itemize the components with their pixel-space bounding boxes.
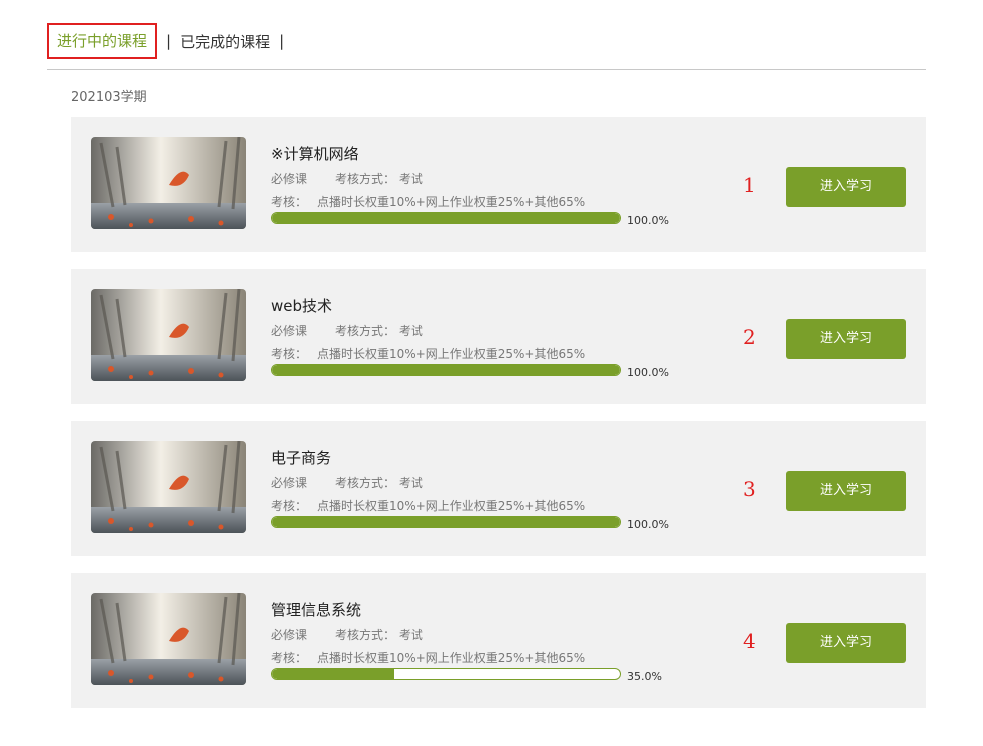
- assessment-label: 考核：: [271, 347, 308, 361]
- course-thumbnail[interactable]: [91, 441, 246, 533]
- progress-bar: [271, 668, 621, 680]
- tab-separator: |: [166, 32, 172, 50]
- enter-study-button[interactable]: 进入学习: [786, 319, 906, 359]
- enter-study-button[interactable]: 进入学习: [786, 167, 906, 207]
- assessment-detail: 点播时长权重10%+网上作业权重25%+其他65%: [317, 651, 586, 665]
- assessment-detail: 点播时长权重10%+网上作业权重25%+其他65%: [317, 499, 586, 513]
- course-thumbnail[interactable]: [91, 593, 246, 685]
- course-title[interactable]: 管理信息系统: [271, 599, 361, 620]
- course-thumbnail[interactable]: [91, 137, 246, 229]
- assessment-label: 考核：: [271, 499, 308, 513]
- course-type: 必修课: [271, 628, 308, 642]
- progress-bar: [271, 516, 621, 528]
- progress-fill: [272, 669, 394, 679]
- course-type: 必修课: [271, 172, 308, 186]
- assessment-info: 考核： 点播时长权重10%+网上作业权重25%+其他65%: [271, 345, 585, 362]
- progress-text: 100.0%: [627, 366, 669, 379]
- assessment-label: 考核：: [271, 651, 308, 665]
- enter-study-button[interactable]: 进入学习: [786, 471, 906, 511]
- progress-bar: [271, 212, 621, 224]
- course-type: 必修课: [271, 476, 308, 490]
- semester-label: 202103学期: [71, 90, 147, 105]
- assessment-detail: 点播时长权重10%+网上作业权重25%+其他65%: [317, 195, 586, 209]
- progress-text: 100.0%: [627, 214, 669, 227]
- course-card: 管理信息系统 必修课 考核方式： 考试 考核： 点播时长权重10%+网上作业权重25…: [71, 573, 926, 708]
- course-meta: 必修课 考核方式： 考试: [271, 170, 423, 187]
- course-title[interactable]: 电子商务: [271, 447, 331, 468]
- course-meta: 必修课 考核方式： 考试: [271, 626, 423, 643]
- progress-bar: [271, 364, 621, 376]
- course-type: 必修课: [271, 324, 308, 338]
- progress-fill: [272, 213, 620, 223]
- tab-completed[interactable]: 已完成的课程: [180, 31, 270, 52]
- annotation-number: 2: [743, 325, 756, 349]
- annotation-number: 1: [743, 173, 756, 197]
- exam-mode: 考核方式： 考试: [335, 324, 423, 338]
- course-card: ※计算机网络 必修课 考核方式： 考试 考核： 点播时长权重10%+网上作业权重25…: [71, 117, 926, 252]
- annotation-number: 4: [743, 629, 756, 653]
- assessment-info: 考核： 点播时长权重10%+网上作业权重25%+其他65%: [271, 497, 585, 514]
- course-title[interactable]: web技术: [271, 295, 332, 316]
- exam-mode: 考核方式： 考试: [335, 628, 423, 642]
- tab-in-progress[interactable]: 进行中的课程: [47, 23, 158, 59]
- course-tabs: 进行中的课程 | 已完成的课程 |: [47, 23, 293, 59]
- course-meta: 必修课 考核方式： 考试: [271, 474, 423, 491]
- progress-fill: [272, 365, 620, 375]
- course-card: 电子商务 必修课 考核方式： 考试 考核： 点播时长权重10%+网上作业权重25%+…: [71, 421, 926, 556]
- tab-separator-end: |: [279, 32, 285, 50]
- progress-fill: [272, 517, 620, 527]
- assessment-label: 考核：: [271, 195, 308, 209]
- course-meta: 必修课 考核方式： 考试: [271, 322, 423, 339]
- course-card: web技术 必修课 考核方式： 考试 考核： 点播时长权重10%+网上作业权重25%…: [71, 269, 926, 404]
- assessment-info: 考核： 点播时长权重10%+网上作业权重25%+其他65%: [271, 649, 585, 666]
- tabs-divider: [47, 69, 926, 70]
- progress-text: 100.0%: [627, 518, 669, 531]
- course-thumbnail[interactable]: [91, 289, 246, 381]
- assessment-detail: 点播时长权重10%+网上作业权重25%+其他65%: [317, 347, 586, 361]
- exam-mode: 考核方式： 考试: [335, 476, 423, 490]
- course-title[interactable]: ※计算机网络: [271, 143, 359, 164]
- progress-text: 35.0%: [627, 670, 662, 683]
- exam-mode: 考核方式： 考试: [335, 172, 423, 186]
- enter-study-button[interactable]: 进入学习: [786, 623, 906, 663]
- assessment-info: 考核： 点播时长权重10%+网上作业权重25%+其他65%: [271, 193, 585, 210]
- annotation-number: 3: [743, 477, 756, 501]
